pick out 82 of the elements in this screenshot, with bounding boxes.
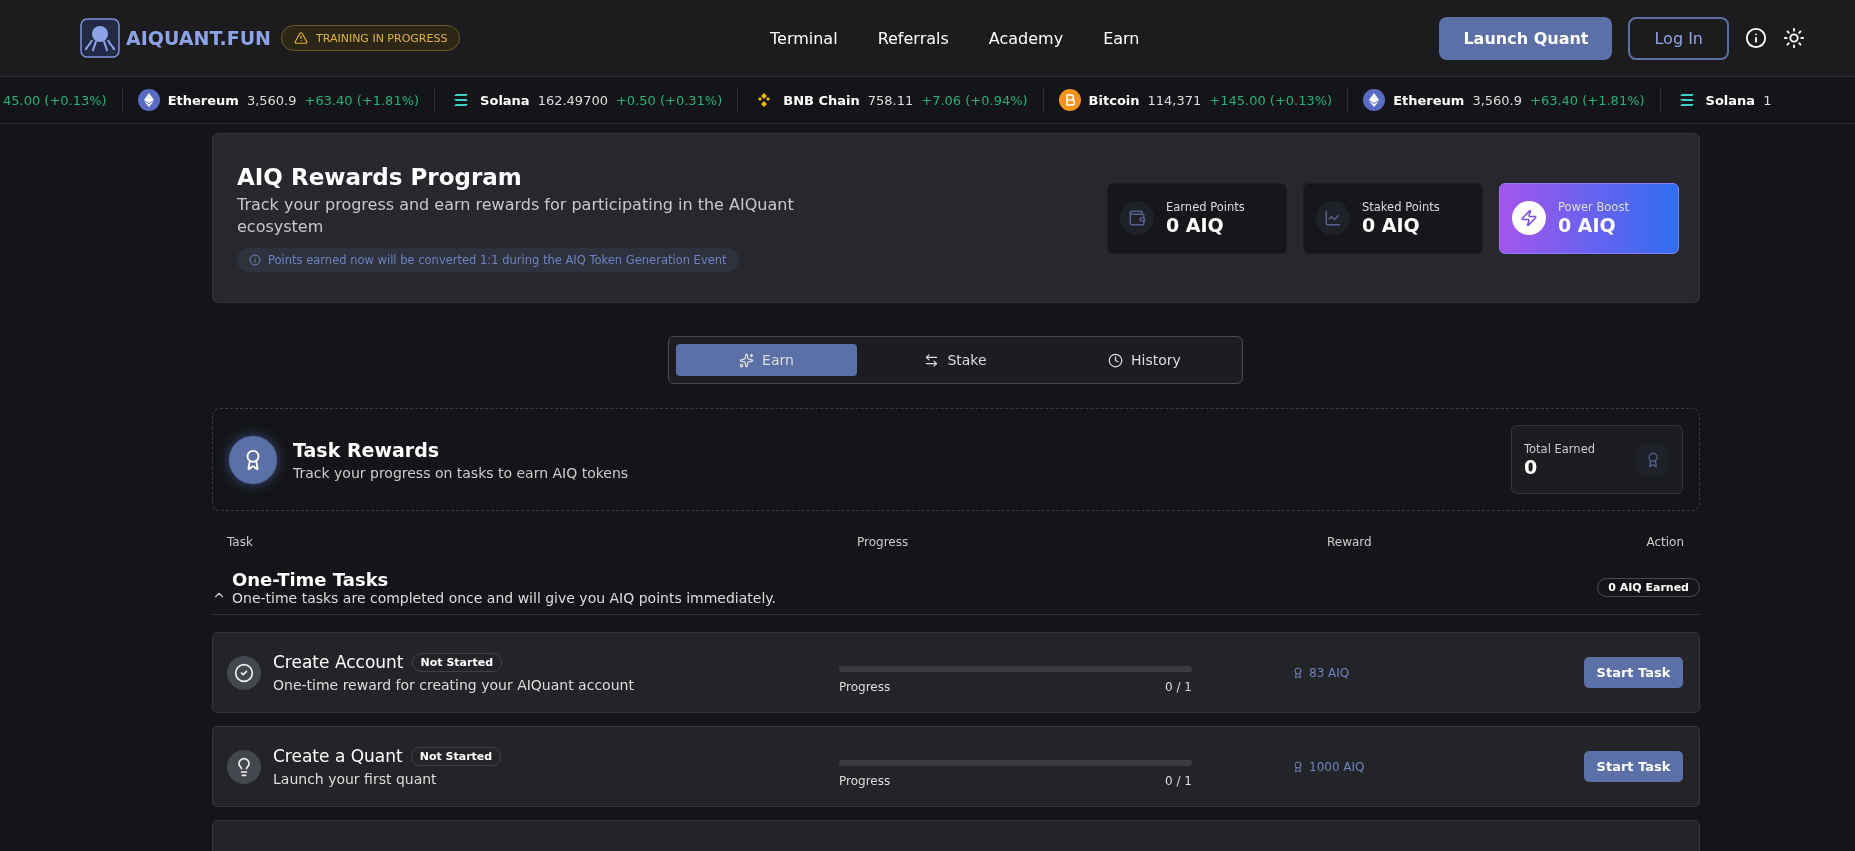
coin-icon [1058,89,1081,111]
task-title: Create Account [273,652,404,672]
task-description: One-time reward for creating your AIQuant account [273,677,634,693]
clock-icon [1108,352,1124,368]
status-badge: TRAINING IN PROGRESS [281,25,461,51]
coin-price: 1 [1763,92,1772,108]
progress-count: 0 / 1 [1165,773,1192,788]
status-badge: Not Started [410,746,502,766]
progress-label: Progress [839,773,891,788]
logo-text: AIQUANT.FUN [126,27,271,49]
price-change: +63.40 (+1.81%) [1530,92,1645,108]
tab[interactable]: Earn [676,344,857,376]
reward-amount: 1000 AIQ [1309,759,1365,774]
column-header: Task [227,535,254,549]
task-description: Launch your first quant [273,771,438,787]
login-button[interactable]: Log In [1628,16,1729,60]
nav-link[interactable]: Terminal [770,28,838,48]
coin-price: 758.11 [867,92,914,108]
medal-icon [1292,666,1304,679]
task-title: Create a Quant [273,746,403,766]
lightning-icon [1512,201,1546,235]
price-change: +145.00 (+0.13%) [1209,92,1333,108]
stat-value: 0 AIQ [1166,214,1225,236]
progress-label: Progress [839,679,891,694]
tab[interactable]: History [1054,344,1235,376]
info-icon[interactable] [1745,27,1767,49]
total-value: 0 [1524,455,1539,478]
check-circle-icon [227,655,261,690]
column-header: Progress [857,535,910,549]
start-task-button[interactable]: Start Task [1584,657,1683,688]
price-change: +7.06 (+0.94%) [921,92,1028,108]
section-title: Task Rewards [293,438,441,461]
coin-name: Ethereum [1393,92,1465,108]
stat-label: Earned Points [1166,200,1245,214]
diamond-coin-icon [137,89,160,111]
price-change: +0.50 (+0.31%) [615,92,723,108]
total-label: Total Earned [1524,441,1596,456]
tab[interactable]: Stake [865,344,1046,376]
coin-name: Solana [1705,92,1756,108]
medal-icon [1636,442,1670,477]
column-header: Reward [1327,535,1373,549]
stat-label: Power Boost [1558,200,1629,214]
group-title: One-Time Tasks [232,569,390,590]
coin-price: 3,560.9 [246,92,297,108]
status-badge: Not Started [411,652,502,672]
coin-name: BNB Chain [783,92,860,108]
coin-price: 162.49700 [537,92,608,108]
nav-link[interactable]: Referrals [877,28,949,48]
sun-icon[interactable] [1783,27,1805,49]
column-header: Action [1646,535,1684,549]
start-task-button[interactable]: Start Task [1584,751,1683,782]
octopus-logo-icon [80,18,120,58]
warning-icon [294,31,308,45]
info-note: Points earned now will be converted 1:1 during the AIQ Token Generation Event [237,248,739,272]
stat-value: 0 AIQ [1558,214,1617,236]
lightbulb-icon [227,749,261,784]
coin-name: Ethereum [167,92,239,108]
coin-price: 114,371 [1147,92,1202,108]
arrows-icon [924,352,940,368]
reward-amount: 83 AIQ [1309,665,1350,680]
stat-label: Staked Points [1362,200,1440,214]
coin-price: 3,560.9 [1472,92,1522,108]
progress-count: 0 / 1 [1165,679,1192,694]
info-icon [249,254,261,266]
line-chart-icon [1316,201,1350,235]
coin-name: Solana [480,92,530,108]
stat-value: 0 AIQ [1362,214,1421,236]
nav-link[interactable]: Academy [988,28,1064,48]
launch-button[interactable]: Launch Quant [1439,16,1613,60]
medal-icon [1292,760,1304,773]
section-subtitle: Track your progress on tasks to earn AIQ tokens [293,464,629,481]
page-title: AIQ Rewards Program [237,164,523,190]
medal-icon [229,435,277,484]
group-description: One-time tasks are completed once and will give you AIQ points immediately. [232,590,777,606]
price-change: 45.00 (+0.13%) [3,92,107,108]
price-change: +63.40 (+1.81%) [304,92,420,108]
coin-name: Bitcoin [1088,92,1140,108]
nav-link[interactable]: Earn [1103,28,1140,48]
wallet-icon [1120,201,1154,235]
description: Track your progress and earn rewards for participating in the AIQuant ecosystem [237,194,795,238]
sparkles-icon [739,352,755,368]
diamond-coin-icon [1363,89,1386,111]
